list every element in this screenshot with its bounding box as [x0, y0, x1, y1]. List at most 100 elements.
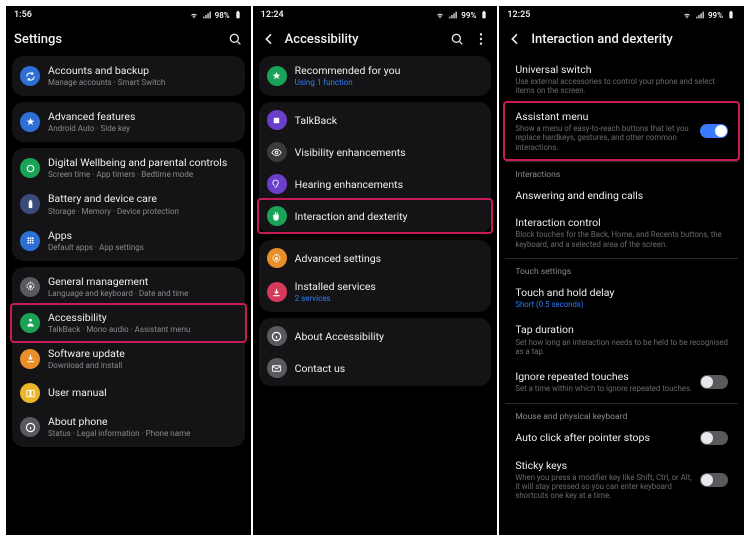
settings-row[interactable]: Installed services2 services — [259, 274, 492, 310]
row-label: Assistant menu — [515, 110, 692, 123]
talk-icon — [267, 110, 287, 130]
header: Interaction and dexterity — [499, 24, 744, 54]
settings-group: Advanced settings Installed services2 ser… — [259, 240, 492, 312]
settings-row[interactable]: About Accessibility — [259, 320, 492, 352]
row-label: TalkBack — [295, 114, 484, 127]
settings-row[interactable]: Recommended for youUsing 1 function — [259, 58, 492, 94]
settings-row[interactable]: Digital Wellbeing and parental controlsS… — [12, 150, 245, 186]
eye-icon — [267, 142, 287, 162]
search-icon[interactable] — [227, 31, 243, 47]
row-label: Contact us — [295, 362, 484, 375]
phone-screen: 1:56 98% Settings Accounts and backupManage… — [6, 6, 251, 535]
search-icon[interactable] — [449, 31, 465, 47]
row-label: General management — [48, 275, 237, 288]
row-label: Accounts and backup — [48, 64, 237, 77]
settings-row[interactable]: Contact us — [259, 352, 492, 384]
info-icon — [267, 326, 287, 346]
download-icon — [267, 282, 287, 302]
settings-row[interactable]: Accounts and backupManage accounts · Sma… — [12, 58, 245, 94]
settings-row[interactable]: TalkBack — [259, 104, 492, 136]
settings-row[interactable]: Ignore repeated touchesSet a time within… — [505, 363, 738, 400]
settings-row[interactable]: Sticky keysWhen you press a modifier key… — [505, 452, 738, 508]
row-subtitle: Storage · Memory · Device protection — [48, 207, 237, 217]
status-time: 1:56 — [14, 10, 32, 20]
settings-row[interactable]: Visibility enhancements — [259, 136, 492, 168]
status-time: 12:25 — [507, 10, 530, 20]
hand-icon — [267, 206, 287, 226]
status-icons: 98% — [189, 10, 243, 20]
grid-icon — [20, 231, 40, 251]
settings-row[interactable]: Tap durationSet how long an interaction … — [505, 316, 738, 363]
settings-row[interactable]: Touch and hold delayShort (0.5 seconds) — [505, 279, 738, 316]
row-subtitle: Use external accessories to control your… — [515, 77, 728, 96]
settings-group: Accounts and backupManage accounts · Sma… — [12, 56, 245, 96]
settings-row[interactable]: User manual — [12, 377, 245, 409]
settings-row[interactable]: Software updateDownload and install — [12, 341, 245, 377]
page-title: Interaction and dexterity — [531, 32, 736, 47]
status-icons: 99% — [435, 10, 489, 20]
divider — [505, 161, 738, 162]
divider — [505, 258, 738, 259]
settings-row[interactable]: Assistant menuShow a menu of easy-to-rea… — [503, 101, 740, 161]
settings-row[interactable]: Auto click after pointer stops — [505, 424, 738, 452]
content: Recommended for youUsing 1 function TalkB… — [253, 54, 498, 535]
row-label: Interaction and dexterity — [295, 210, 484, 223]
gear-icon — [20, 277, 40, 297]
more-icon[interactable] — [473, 31, 489, 47]
row-label: Hearing enhancements — [295, 178, 484, 191]
toggle-switch[interactable] — [700, 124, 728, 138]
settings-row[interactable]: Interaction and dexterity — [257, 198, 494, 234]
toggle-switch[interactable] — [700, 375, 728, 389]
star-icon — [267, 66, 287, 86]
settings-row[interactable]: Answering and ending calls — [505, 182, 738, 209]
row-subtitle: Android Auto · Side key — [48, 124, 237, 134]
settings-row[interactable]: General managementLanguage and keyboard … — [12, 269, 245, 305]
settings-row[interactable]: Interaction controlBlock touches for the… — [505, 209, 738, 256]
back-icon[interactable] — [507, 31, 523, 47]
settings-row[interactable]: Advanced settings — [259, 242, 492, 274]
row-label: User manual — [48, 386, 237, 399]
settings-row[interactable]: AppsDefault apps · App settings — [12, 223, 245, 259]
settings-group: About Accessibility Contact us — [259, 318, 492, 386]
row-label: Tap duration — [515, 323, 728, 336]
row-subtitle: 2 services — [295, 294, 484, 304]
row-subtitle: Using 1 function — [295, 78, 484, 88]
row-label: Auto click after pointer stops — [515, 431, 692, 444]
settings-row[interactable]: Battery and device careStorage · Memory … — [12, 186, 245, 222]
row-subtitle: Set a time within which to ignore repeat… — [515, 384, 692, 393]
status-bar: 1:56 98% — [6, 6, 251, 24]
row-label: Recommended for you — [295, 64, 484, 77]
row-label: Visibility enhancements — [295, 146, 484, 159]
ear-icon — [267, 174, 287, 194]
row-label: Accessibility — [48, 311, 237, 324]
settings-group: Digital Wellbeing and parental controlsS… — [12, 148, 245, 260]
settings-row[interactable]: Hearing enhancements — [259, 168, 492, 200]
header: Settings — [6, 24, 251, 54]
content: Universal switchUse external accessories… — [499, 54, 744, 535]
sync-icon — [20, 66, 40, 86]
row-subtitle: Download and install — [48, 361, 237, 371]
row-label: Installed services — [295, 280, 484, 293]
row-label: About Accessibility — [295, 330, 484, 343]
row-subtitle: Screen time · App timers · Bedtime mode — [48, 170, 237, 180]
row-subtitle: Block touches for the Back, Home, and Re… — [515, 230, 728, 249]
row-subtitle: TalkBack · Mono audio · Assistant menu — [48, 325, 237, 335]
row-label: Universal switch — [515, 63, 728, 76]
toggle-switch[interactable] — [700, 431, 728, 445]
status-icons: 99% — [682, 10, 736, 20]
settings-row[interactable]: Advanced featuresAndroid Auto · Side key — [12, 104, 245, 140]
circle-icon — [20, 158, 40, 178]
section-title: Interactions — [505, 164, 738, 182]
download-icon — [20, 349, 40, 369]
settings-row[interactable]: Universal switchUse external accessories… — [505, 56, 738, 103]
row-subtitle: When you press a modifier key like Shift… — [515, 473, 692, 501]
row-label: Advanced settings — [295, 252, 484, 265]
settings-row[interactable]: About phoneStatus · Legal information · … — [12, 409, 245, 445]
back-icon[interactable] — [261, 31, 277, 47]
mail-icon — [267, 358, 287, 378]
toggle-switch[interactable] — [700, 473, 728, 487]
phone-screen: 12:2499%AccessibilityRecommended for you… — [253, 6, 498, 535]
content: Accounts and backupManage accounts · Sma… — [6, 54, 251, 535]
settings-row[interactable]: AccessibilityTalkBack · Mono audio · Ass… — [10, 303, 247, 343]
row-subtitle: Status · Legal information · Phone name — [48, 429, 237, 439]
